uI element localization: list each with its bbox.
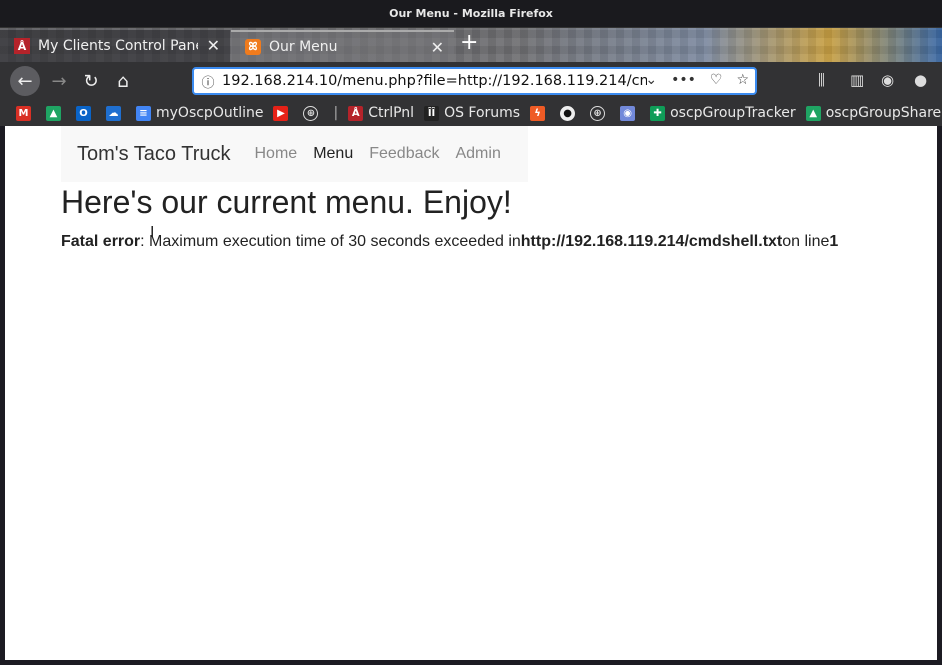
- reload-icon[interactable]: ↻: [78, 69, 104, 93]
- error-file: http://192.168.119.214/cmdshell.txt: [520, 233, 783, 250]
- new-tab-icon[interactable]: +: [460, 30, 478, 55]
- bookmark-label: myOscpOutline: [156, 105, 264, 121]
- bookmark-label: oscpGroupShare: [825, 105, 942, 121]
- bookmark-label: oscpGroupTracker: [670, 105, 796, 121]
- bookmark-github[interactable]: ●: [560, 105, 580, 121]
- bookmark-oscpgroupshare[interactable]: ▲ oscpGroupShare: [805, 105, 942, 121]
- pocket-icon[interactable]: ♡: [710, 72, 723, 88]
- bookmarks-bar: M ▲ O ☁ ≡ myOscpOutline ▶ ⊕ | Å CtrlPnl ÎÎ…: [0, 100, 942, 126]
- page-viewport: Tom's Taco Truck Home Menu Feedback Admi…: [5, 126, 937, 660]
- php-error-message: Fatal error: Maximum execution time of 3…: [61, 233, 838, 251]
- control-panel-favicon-icon: Å: [14, 38, 30, 54]
- library-icon[interactable]: ⫼: [818, 71, 825, 89]
- extension-icon[interactable]: ●: [914, 71, 927, 89]
- window-title: Our Menu - Mozilla Firefox: [0, 0, 942, 28]
- globe-icon: ⊕: [303, 105, 319, 121]
- bookmark-star-icon[interactable]: ☆: [736, 72, 749, 88]
- google-drive-icon: ▲: [805, 105, 821, 121]
- google-drive-icon: ▲: [46, 105, 61, 121]
- bookmark-oscpgrouptracker[interactable]: ✚ oscpGroupTracker: [650, 105, 796, 121]
- chevron-down-icon[interactable]: ⌄: [645, 72, 657, 88]
- bookmark-discord[interactable]: ◉: [620, 105, 640, 121]
- bookmark-ctrlpnl[interactable]: Å CtrlPnl: [348, 105, 414, 121]
- bookmark-drive[interactable]: ▲: [46, 105, 66, 121]
- outlook-icon: O: [76, 105, 91, 121]
- bookmark-os-forums[interactable]: ÎÎ OS Forums: [424, 105, 520, 121]
- error-line-text: on line: [782, 233, 830, 250]
- page-heading: Here's our current menu. Enjoy!: [61, 184, 512, 220]
- gmail-icon: M: [16, 105, 31, 121]
- navigation-toolbar: ← → ↻ ⌂ ⓘ 192.168.214.10/menu.php?file=h…: [0, 62, 942, 100]
- nav-link-menu[interactable]: Menu: [313, 145, 353, 163]
- google-sheets-icon: ✚: [650, 105, 666, 121]
- site-info-icon[interactable]: ⓘ: [194, 72, 222, 91]
- sidebar-icon[interactable]: ▥: [850, 71, 864, 89]
- close-tab-icon[interactable]: ✕: [207, 36, 220, 55]
- text-cursor-icon: I: [150, 224, 155, 241]
- lightning-icon: ϟ: [530, 105, 546, 121]
- xampp-favicon-icon: ꕤ: [245, 39, 261, 55]
- bookmark-onedrive[interactable]: ☁: [106, 105, 126, 121]
- nav-link-feedback[interactable]: Feedback: [369, 145, 439, 163]
- bookmark-separator: |: [333, 105, 339, 121]
- address-bar[interactable]: ⓘ 192.168.214.10/menu.php?file=http://19…: [192, 67, 757, 95]
- bookmark-myoscpoutline[interactable]: ≡ myOscpOutline: [136, 105, 263, 121]
- bookmark-label: OS Forums: [444, 105, 521, 121]
- tab-label: My Clients Control Panel: [38, 38, 198, 54]
- bookmark-lightning[interactable]: ϟ: [530, 105, 550, 121]
- nav-link-home[interactable]: Home: [255, 145, 298, 163]
- home-icon[interactable]: ⌂: [110, 69, 136, 93]
- account-icon[interactable]: ◉: [881, 71, 894, 89]
- page-actions-icon[interactable]: •••: [671, 72, 696, 88]
- bookmark-label: CtrlPnl: [368, 105, 415, 121]
- error-label: Fatal error: [61, 233, 141, 250]
- window-frame-bottom: [0, 660, 942, 665]
- tab-our-menu[interactable]: ꕤ Our Menu ✕: [231, 30, 454, 62]
- nav-link-admin[interactable]: Admin: [455, 145, 500, 163]
- discord-icon: ◉: [620, 105, 636, 121]
- forward-arrow-icon[interactable]: →: [46, 69, 72, 93]
- bookmark-gmail[interactable]: M: [16, 105, 36, 121]
- bookmark-youtube[interactable]: ▶: [273, 105, 293, 121]
- tab-label: Our Menu: [269, 39, 338, 55]
- github-icon: ●: [560, 105, 576, 121]
- globe-icon: ⊕: [590, 105, 606, 121]
- error-line-number: 1: [829, 233, 839, 250]
- google-docs-icon: ≡: [136, 105, 151, 121]
- url-input[interactable]: 192.168.214.10/menu.php?file=http://192.…: [222, 73, 647, 89]
- forums-icon: ÎÎ: [424, 105, 440, 121]
- bookmark-globe-2[interactable]: ⊕: [590, 105, 610, 121]
- youtube-icon: ▶: [273, 105, 289, 121]
- onedrive-icon: ☁: [106, 105, 121, 121]
- window-frame-right: [937, 126, 942, 660]
- bookmark-outlook[interactable]: O: [76, 105, 96, 121]
- tab-my-clients[interactable]: Å My Clients Control Panel ✕: [0, 30, 230, 62]
- error-message: : Maximum execution time of 30 seconds e…: [140, 233, 521, 250]
- control-panel-icon: Å: [348, 105, 364, 121]
- bookmark-globe[interactable]: ⊕: [303, 105, 323, 121]
- site-brand[interactable]: Tom's Taco Truck: [77, 143, 231, 166]
- site-navbar: Tom's Taco Truck Home Menu Feedback Admi…: [61, 126, 528, 182]
- back-arrow-icon[interactable]: ←: [10, 66, 40, 96]
- close-tab-icon[interactable]: ✕: [431, 38, 444, 57]
